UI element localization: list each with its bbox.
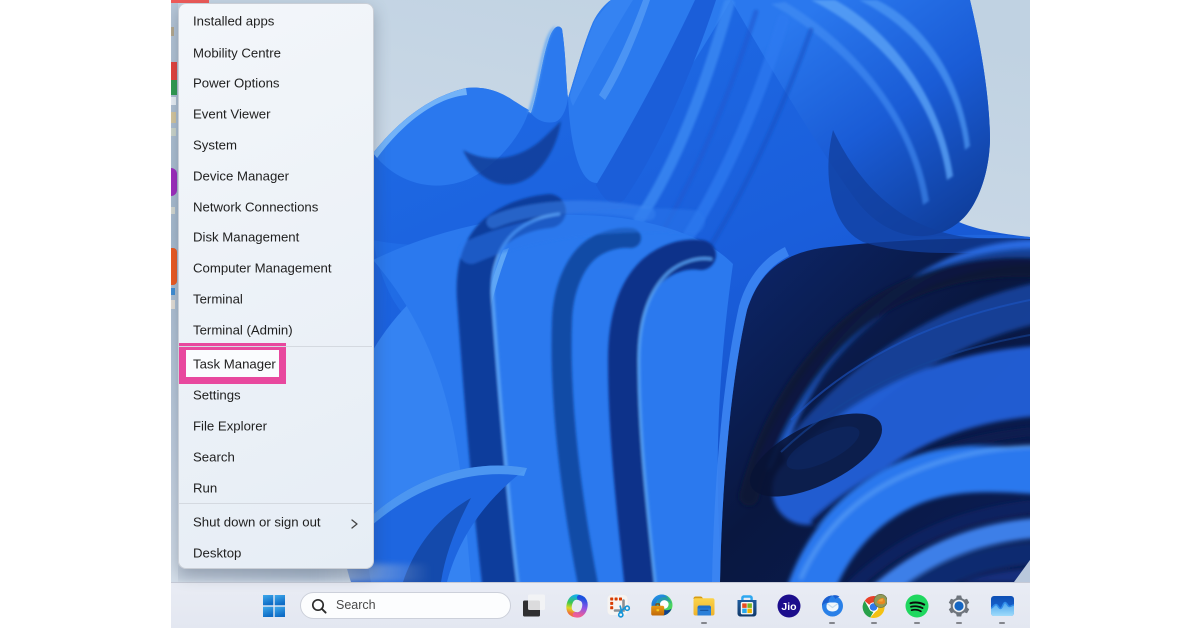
- svg-text:Jio: Jio: [781, 601, 796, 613]
